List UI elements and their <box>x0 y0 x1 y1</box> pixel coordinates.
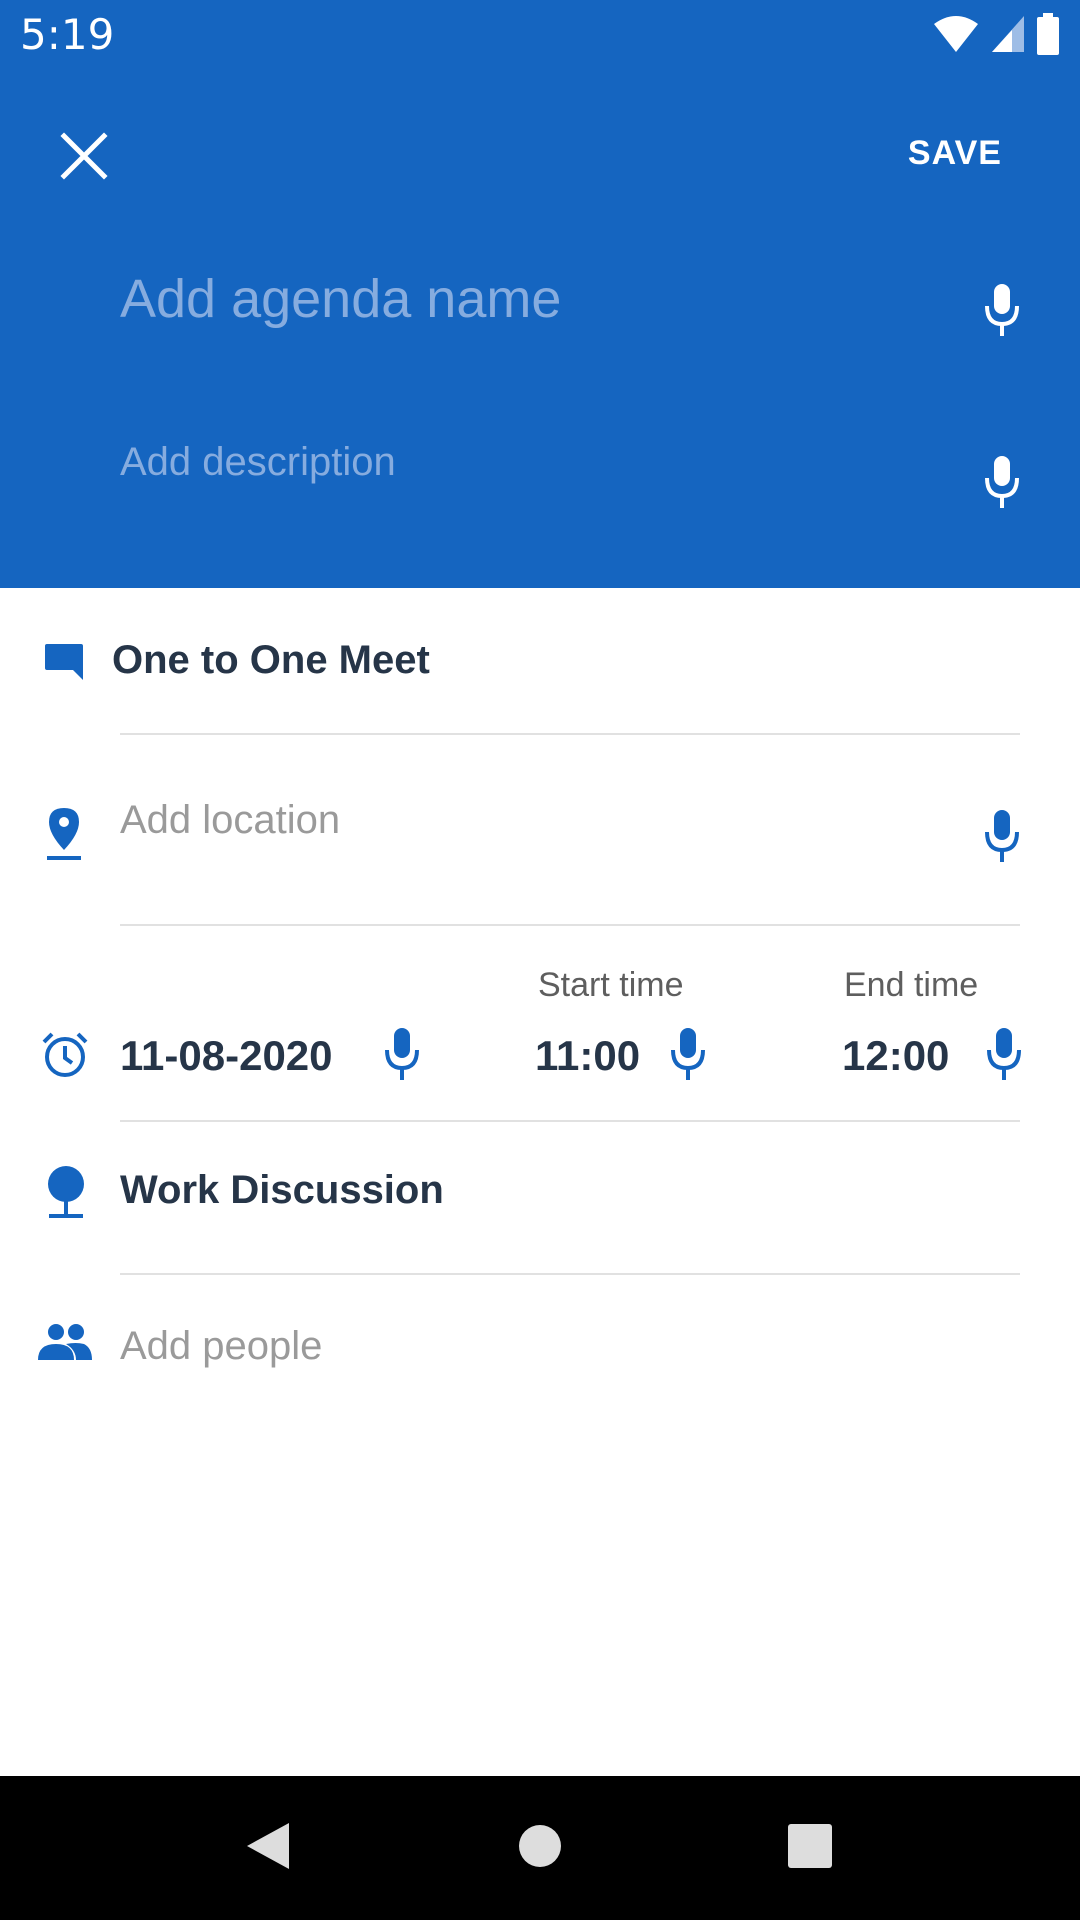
divider <box>120 924 1020 926</box>
back-button[interactable] <box>208 1776 328 1920</box>
description-input[interactable]: Add description <box>120 440 940 485</box>
start-time-mic-icon[interactable] <box>668 1026 708 1082</box>
description-mic-icon[interactable] <box>982 454 1022 510</box>
battery-icon <box>1036 12 1060 60</box>
save-button[interactable]: SAVE <box>908 134 1002 173</box>
back-icon <box>245 1821 291 1876</box>
header: 5:19 SAVE Add agenda name Add descriptio… <box>0 0 1080 588</box>
date-value[interactable]: 11-08-2020 <box>120 1032 333 1080</box>
wifi-icon <box>932 14 980 59</box>
people-icon <box>36 1320 94 1364</box>
location-input[interactable]: Add location <box>120 798 340 843</box>
cell-signal-icon <box>990 14 1026 59</box>
recents-button[interactable] <box>750 1776 870 1920</box>
add-people-input[interactable]: Add people <box>120 1324 322 1369</box>
close-button[interactable] <box>54 128 114 188</box>
meeting-type[interactable]: One to One Meet <box>112 638 430 683</box>
divider <box>120 1120 1020 1122</box>
close-icon <box>60 131 108 185</box>
home-button[interactable] <box>480 1776 600 1920</box>
date-mic-icon[interactable] <box>382 1026 422 1082</box>
location-pin-icon <box>44 806 84 862</box>
divider <box>120 733 1020 735</box>
end-time-label: End time <box>844 966 979 1004</box>
agenda-name-input[interactable]: Add agenda name <box>120 268 940 330</box>
status-icons <box>932 12 1060 60</box>
recents-icon <box>787 1823 833 1874</box>
topic-icon <box>44 1164 88 1220</box>
home-icon <box>518 1824 562 1873</box>
start-time-value[interactable]: 11:00 <box>535 1032 640 1080</box>
alarm-clock-icon <box>40 1030 90 1080</box>
start-time-label: Start time <box>538 966 684 1004</box>
end-time-value[interactable]: 12:00 <box>842 1032 949 1080</box>
topic-value[interactable]: Work Discussion <box>120 1168 444 1213</box>
end-time-mic-icon[interactable] <box>984 1026 1024 1082</box>
chat-bubble-icon <box>42 640 86 684</box>
status-time: 5:19 <box>20 10 115 59</box>
navigation-bar <box>0 1776 1080 1920</box>
status-bar: 5:19 <box>0 0 1080 72</box>
divider <box>120 1273 1020 1275</box>
agenda-name-mic-icon[interactable] <box>982 282 1022 338</box>
location-mic-icon[interactable] <box>982 808 1022 864</box>
